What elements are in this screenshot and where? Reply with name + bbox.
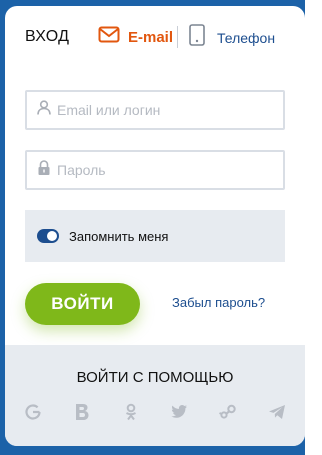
social-login-title: ВОЙТИ С ПОМОЩЬЮ xyxy=(76,369,234,386)
tab-divider xyxy=(177,26,178,48)
tab-email[interactable]: E-mail xyxy=(98,26,173,48)
forgot-password-link[interactable]: Забыл пароль? xyxy=(172,295,265,310)
twitter-icon[interactable] xyxy=(169,402,189,422)
tab-email-label: E-mail xyxy=(128,28,174,46)
remember-me-row: Запомнить меня xyxy=(25,210,285,262)
tab-phone[interactable]: Телефон xyxy=(189,24,275,51)
phone-icon xyxy=(189,24,205,51)
remember-me-toggle[interactable] xyxy=(37,229,59,243)
odnoklassniki-icon[interactable] xyxy=(121,402,141,422)
toggle-knob xyxy=(47,231,57,241)
login-field[interactable] xyxy=(25,90,285,130)
password-field[interactable] xyxy=(25,150,285,190)
remember-me-label: Запомнить меня xyxy=(69,228,169,244)
social-icons-row xyxy=(23,400,287,424)
user-icon xyxy=(37,100,51,120)
social-login-panel: ВОЙТИ С ПОМОЩЬЮ xyxy=(5,345,305,446)
login-card: ВХОД E-mail Телефон Email или логин Запо… xyxy=(5,6,305,446)
password-input[interactable] xyxy=(57,162,267,178)
lock-icon xyxy=(37,159,51,181)
page-edge xyxy=(305,0,322,455)
vk-icon[interactable] xyxy=(72,402,92,422)
login-header: ВХОД E-mail Телефон xyxy=(5,6,305,66)
mail-icon xyxy=(98,26,120,48)
telegram-icon[interactable] xyxy=(267,402,287,422)
page-title: ВХОД xyxy=(25,28,70,45)
google-icon[interactable] xyxy=(23,402,43,422)
tab-phone-label: Телефон xyxy=(217,29,276,46)
steam-icon[interactable] xyxy=(218,402,238,422)
login-input[interactable] xyxy=(57,102,267,118)
login-button[interactable]: ВОЙТИ xyxy=(25,283,140,325)
